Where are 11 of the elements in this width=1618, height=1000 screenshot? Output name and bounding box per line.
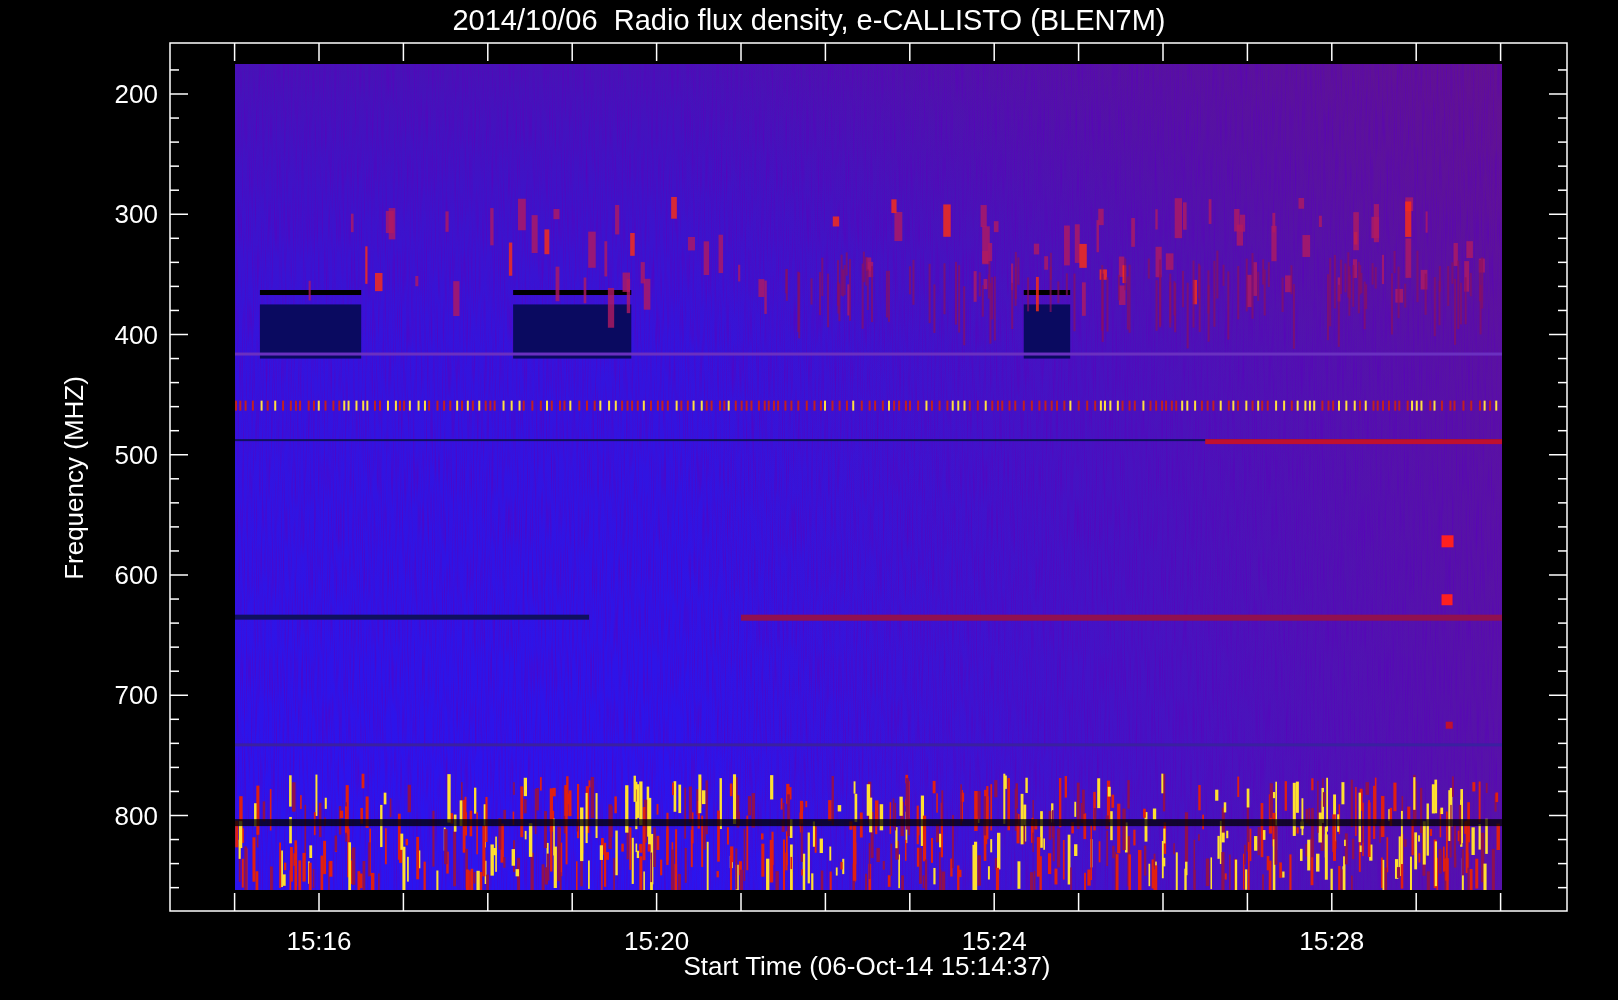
x-tick-label: 15:28 (1299, 926, 1365, 956)
y-tick-label: 300 (114, 199, 158, 230)
y-tick-label: 700 (114, 680, 158, 711)
y-tick-label: 600 (114, 560, 158, 590)
y-tick-label: 800 (114, 800, 158, 831)
y-tick-label: 400 (114, 319, 158, 350)
y-tick-label: 500 (114, 439, 158, 470)
x-tick-label: 15:16 (286, 926, 352, 956)
y-tick-label: 200 (114, 79, 158, 109)
y-axis-label: Frequency (MHZ) (59, 376, 89, 580)
chart-title: 2014/10/06 Radio flux density, e-CALLISTO (BLEN7M) (452, 4, 1166, 36)
